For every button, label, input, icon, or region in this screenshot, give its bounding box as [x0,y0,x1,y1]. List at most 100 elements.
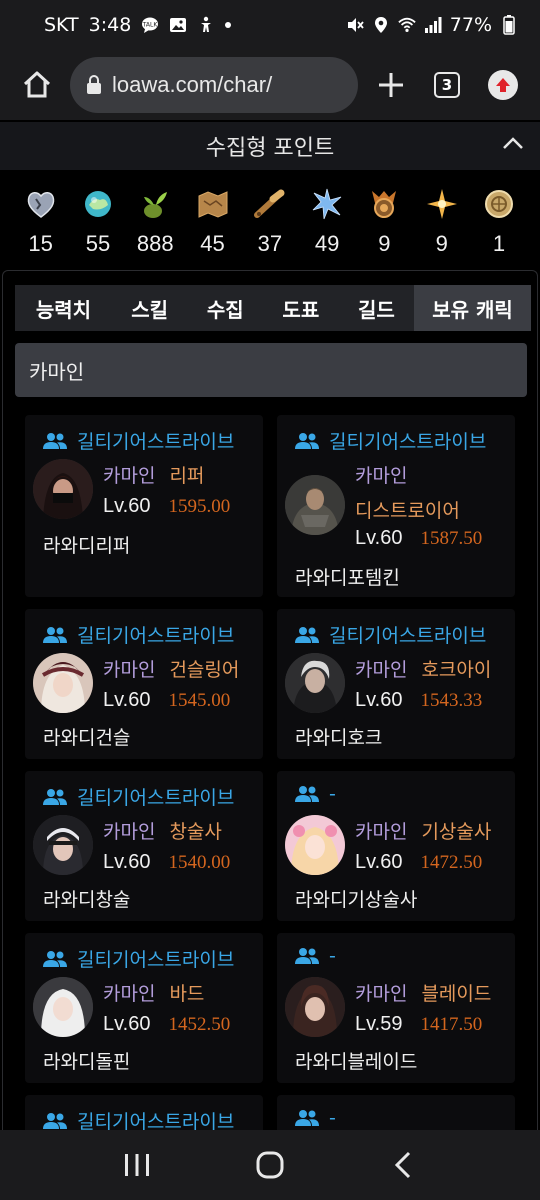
collectible-list: 15 55 888 45 37 49 9 9 1 [0,170,540,265]
item-level: 1545.00 [168,690,231,711]
item-level: 1540.00 [168,852,231,873]
character-card[interactable]: - 카마인 기상술사 Lv.60 1472.50 라와디기상술사 [277,771,515,921]
character-level: Lv.60 [103,689,151,711]
home-circle-icon [256,1151,284,1179]
server-name: 카마인 [103,983,156,1005]
collectible-value: 55 [85,231,111,256]
class-name: 리퍼 [169,465,205,487]
character-card[interactable]: 길티기어스트라이브 카마인 바드 Lv.60 1452.50 라와디돌핀 [25,933,263,1083]
character-card[interactable]: 길티기어스트라이브 카마인 디스트로이어 Lv.60 1587.50 라와디포템… [277,415,515,597]
character-card[interactable]: 길티기어스트라이브 카마인 창술사 Lv.60 1540.00 라와디창술 [25,771,263,921]
collectible-item[interactable]: 9 [356,170,413,265]
server-name: 카마인 [355,465,408,487]
character-card[interactable]: - 카마인 블레이드 Lv.59 1417.50 라와디블레이드 [277,933,515,1083]
server-name: 카마인 [103,821,156,843]
guild-row: 길티기어스트라이브 [43,1107,234,1130]
class-name: 블레이드 [421,983,492,1005]
new-tab-button[interactable] [368,62,414,108]
tab-charts[interactable]: 도표 [263,285,339,331]
map-icon [194,185,232,223]
character-level: Lv.60 [355,851,403,873]
mute-icon [346,16,364,34]
notification-dot-icon [225,22,232,28]
item-level: 1595.00 [168,496,231,517]
talk-icon: TALK [141,16,159,34]
tab-guild[interactable]: 길드 [339,285,415,331]
battery-percent: 77% [449,14,492,36]
avatar [285,475,345,535]
home-nav-button[interactable] [240,1140,300,1190]
tab-switcher-button[interactable]: 3 [424,62,470,108]
avatar [33,459,93,519]
battery-icon [500,15,518,35]
collectible-item[interactable]: 15 [12,170,69,265]
tab-owned-characters[interactable]: 보유 캐릭 [414,285,531,331]
guild-members-icon [43,1112,67,1129]
tab-stats[interactable]: 능력치 [15,285,112,331]
character-level: Lv.60 [103,851,151,873]
guild-members-icon [295,626,319,643]
status-bar: SKT 3:48 TALK 77% [0,0,540,50]
home-icon [23,71,51,98]
collectible-value: 1 [492,231,506,256]
island-icon [79,185,117,223]
guild-members-icon [43,788,67,805]
star-leaf-icon [308,185,346,223]
tab-collection[interactable]: 수집 [187,285,263,331]
character-card[interactable]: - [277,1095,515,1130]
tab-bar: 능력치 스킬 수집 도표 길드 보유 캐릭 [15,285,531,331]
collectible-value: 15 [28,231,53,256]
character-name: 라와디돌핀 [43,1051,131,1073]
server-name: 카마인 [355,821,408,843]
character-card[interactable]: 길티기어스트라이브 카마인 리퍼 Lv.60 1595.00 라와디리퍼 [25,415,263,597]
collectible-item[interactable]: 888 [127,170,184,265]
guild-members-icon [295,432,319,449]
guild-row: - [295,1107,336,1129]
guild-name: - [329,1107,336,1129]
collectible-value: 45 [200,231,225,256]
guild-row: - [295,945,336,967]
upload-arrow-icon [488,70,518,100]
item-level: 1452.50 [168,1014,231,1035]
character-name: 라와디호크 [295,727,383,749]
character-card[interactable]: 길티기어스트라이브 [25,1095,263,1130]
collectible-value: 888 [136,231,174,256]
back-icon [395,1151,411,1179]
back-button[interactable] [373,1140,433,1190]
character-card[interactable]: 길티기어스트라이브 카마인 건슬링어 Lv.60 1545.00 라와디건슬 [25,609,263,759]
url-text: loawa.com/char/ [112,72,273,97]
collectible-item[interactable]: 1 [470,170,527,265]
collectible-item[interactable]: 49 [298,170,355,265]
recent-apps-button[interactable] [107,1140,167,1190]
accessibility-icon [197,16,215,34]
guild-name: - [329,945,336,967]
guild-row: 길티기어스트라이브 [295,427,486,454]
chevron-up-icon[interactable] [502,136,524,150]
clock: 3:48 [88,14,132,36]
guild-members-icon [43,950,67,967]
collectible-item[interactable]: 55 [69,170,126,265]
browser-toolbar: loawa.com/char/ 3 [0,50,540,120]
telescope-icon [251,185,289,223]
collectible-item[interactable]: 45 [184,170,241,265]
server-filter[interactable]: 카마인 [15,343,527,397]
class-name: 건슬링어 [169,659,240,681]
collectible-section-header[interactable]: 수집형 포인트 [0,122,540,170]
guild-row: 길티기어스트라이브 [43,427,234,454]
avatar [285,653,345,713]
tab-skills[interactable]: 스킬 [112,285,188,331]
collectible-item[interactable]: 9 [413,170,470,265]
character-card[interactable]: 길티기어스트라이브 카마인 호크아이 Lv.60 1543.33 라와디호크 [277,609,515,759]
upload-button[interactable] [480,62,526,108]
character-level: Lv.60 [355,527,403,549]
collectible-item[interactable]: 37 [241,170,298,265]
sparkle-icon [423,185,461,223]
signal-icon [424,16,442,34]
address-bar[interactable]: loawa.com/char/ [70,57,358,113]
home-button[interactable] [14,62,60,108]
character-name: 라와디블레이드 [295,1051,418,1073]
recent-apps-icon [124,1154,149,1176]
server-name: 카마인 [355,659,408,681]
guild-row: 길티기어스트라이브 [295,621,486,648]
guild-name: 길티기어스트라이브 [77,431,235,453]
